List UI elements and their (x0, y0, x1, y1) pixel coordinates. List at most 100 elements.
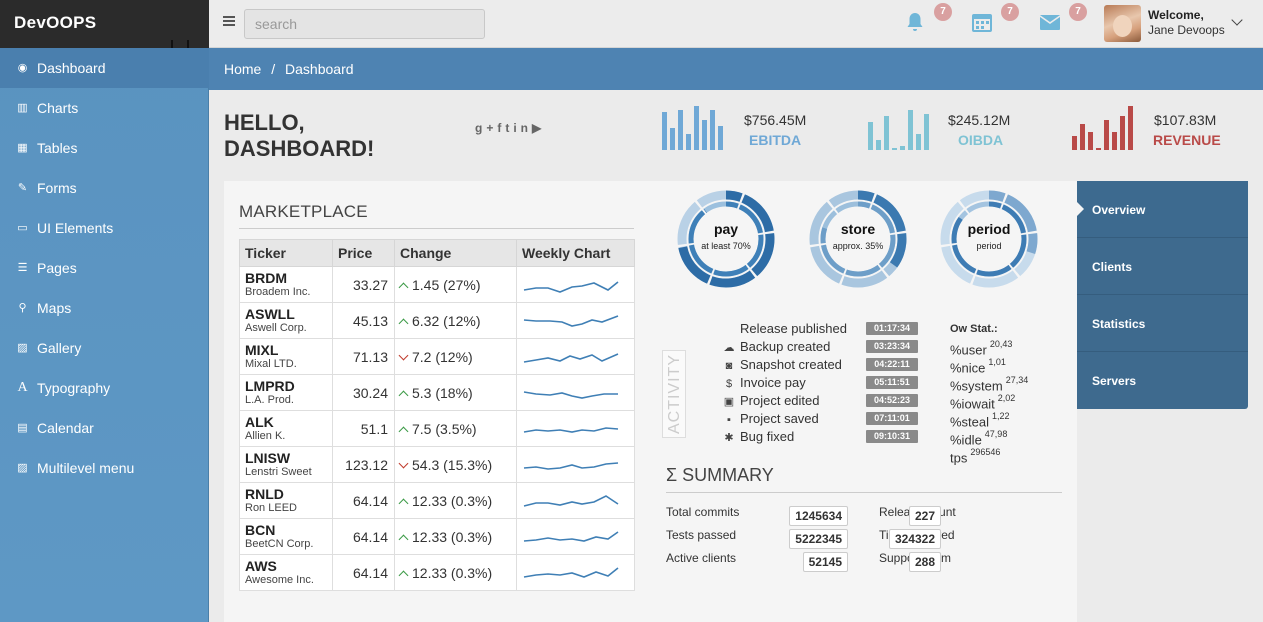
ow-stat-row: %system 27,34 (950, 375, 1028, 393)
bug-icon: ✱ (724, 432, 734, 444)
table-row[interactable]: LNISW Lenstri Sweet 123.12 54.3 (15.3%) (239, 446, 635, 483)
summary-value: 52145 (802, 552, 848, 572)
user-menu[interactable]: Welcome, Jane Devoops (1148, 8, 1225, 38)
tab-overview[interactable]: Overview (1077, 181, 1248, 238)
company-name: BeetCN Corp. (245, 537, 314, 550)
ow-stat-row: %steal 1,22 (950, 411, 1010, 429)
sidebar-item-pages[interactable]: ☰ Pages (0, 248, 209, 288)
activity-item[interactable]: ☁ Backup created (722, 339, 831, 357)
weekly-sparkline (523, 461, 619, 470)
sidebar-item-charts[interactable]: ▥ Charts (0, 88, 209, 128)
avatar[interactable] (1104, 5, 1141, 42)
table-row[interactable]: ASWLL Aswell Corp. 45.13 6.32 (12%) (239, 302, 635, 339)
ow-stat-row: %nice 1,01 (950, 357, 1006, 375)
donut-gap (877, 263, 883, 270)
tab-statistics[interactable]: Statistics (1077, 295, 1248, 352)
youtube-icon[interactable]: ▶ (532, 121, 545, 135)
table-row[interactable]: MIXL Mixal LTD. 71.13 7.2 (12%) (239, 338, 635, 375)
user-name: Jane Devoops (1148, 23, 1225, 37)
donut-gap (974, 268, 979, 275)
bell-icon[interactable] (903, 10, 927, 34)
table-row[interactable]: RNLD Ron LEED 64.14 12.33 (0.3%) (239, 482, 635, 519)
breadcrumb-home-link[interactable]: Home (224, 61, 261, 77)
table-row[interactable]: LMPRD L.A. Prod. 30.24 5.3 (18%) (239, 374, 635, 411)
sidebar-item-label: Typography (37, 380, 111, 396)
arrow-up-icon (398, 318, 409, 328)
company-name: Ron LEED (245, 501, 297, 514)
change-cell: 12.33 (0.3%) (394, 518, 517, 555)
donut-gap (1002, 192, 1009, 204)
dashboard-icon: ◉ (17, 62, 28, 74)
calendar-icon[interactable] (970, 10, 994, 34)
arrow-up-icon (398, 498, 409, 508)
activity-item[interactable]: ▪ Project saved (722, 411, 819, 429)
right-tabs: Overview Clients Statistics Servers (1077, 181, 1248, 409)
table-row[interactable]: AWS Awesome Inc. 64.14 12.33 (0.3%) (239, 554, 635, 591)
activity-label: Project edited (740, 393, 820, 408)
column-header-weekly-chart[interactable]: Weekly Chart (516, 239, 635, 267)
donut-gap (957, 199, 966, 210)
donut-gap (871, 192, 878, 204)
picture-icon: ▨ (17, 342, 28, 354)
summary-label: Tests passed (666, 528, 737, 542)
table-row[interactable]: BCN BeetCN Corp. 64.14 12.33 (0.3%) (239, 518, 635, 555)
table-row[interactable]: ALK Allien K. 51.1 7.5 (3.5%) (239, 410, 635, 447)
change-value: 7.5 (3.5%) (412, 420, 477, 437)
tab-clients[interactable]: Clients (1077, 238, 1248, 295)
table-row[interactable]: BRDM Broadem Inc. 33.27 1.45 (27%) (239, 266, 635, 303)
activity-item[interactable]: $ Invoice pay (722, 375, 806, 393)
stat-bar (1104, 120, 1109, 150)
column-header-ticker[interactable]: Ticker (239, 239, 333, 267)
summary-label: Active clients (666, 551, 737, 565)
change-value: 5.3 (18%) (412, 384, 473, 401)
weekly-sparkline (523, 314, 619, 327)
weekly-chart-cell (516, 338, 635, 375)
stat-label: OIBDA (958, 132, 1004, 148)
sidebar-item-tables[interactable]: ▦ Tables (0, 128, 209, 168)
sidebar-item-gallery[interactable]: ▨ Gallery (0, 328, 209, 368)
donut-gap (706, 274, 713, 286)
divider (239, 228, 634, 229)
donut-gap (1012, 268, 1021, 279)
google-plus-icon[interactable]: g+ (475, 121, 497, 135)
breadcrumb-current[interactable]: Dashboard (285, 61, 354, 77)
menu-toggle-icon[interactable] (223, 16, 235, 26)
sidebar-item-ui-elements[interactable]: ▭ UI Elements (0, 208, 209, 248)
change-value: 6.32 (12%) (412, 312, 481, 329)
page-title: HELLO, DASHBOARD! (224, 110, 374, 162)
activity-item[interactable]: Release published (722, 321, 847, 339)
sidebar-item-typography[interactable]: A Typography (0, 368, 209, 408)
linkedin-icon[interactable]: in (513, 121, 532, 135)
summary-label: Total commits (666, 505, 740, 519)
dollar-icon: $ (725, 378, 733, 390)
column-header-change[interactable]: Change (394, 239, 517, 267)
activity-item[interactable]: ✱ Bug fixed (722, 429, 794, 447)
stat-bar (1096, 148, 1101, 150)
ticker-cell: MIXL Mixal LTD. (239, 338, 333, 375)
tab-servers[interactable]: Servers (1077, 352, 1248, 409)
ticker-cell: BRDM Broadem Inc. (239, 266, 333, 303)
change-cell: 12.33 (0.3%) (394, 482, 517, 519)
column-header-price[interactable]: Price (332, 239, 395, 267)
social-icons[interactable]: g+ftin▶ (475, 121, 545, 135)
arrow-up-icon (398, 534, 409, 544)
ow-stat-value: 1,22 (992, 411, 1010, 421)
donut-subtitle: approx. 35% (832, 241, 884, 251)
envelope-icon[interactable] (1038, 10, 1062, 34)
activity-item[interactable]: ▣ Project edited (722, 393, 820, 411)
app-logo[interactable]: DevOOPS (0, 0, 209, 48)
donut-gap (881, 268, 890, 279)
ticker-cell: LNISW Lenstri Sweet (239, 446, 333, 483)
sidebar-item-label: Gallery (37, 340, 82, 356)
sidebar-item-forms[interactable]: ✎ Forms (0, 168, 209, 208)
change-cell: 6.32 (12%) (394, 302, 517, 339)
activity-item[interactable]: ◙ Snapshot created (722, 357, 842, 375)
sidebar-item-calendar[interactable]: ▤ Calendar (0, 408, 209, 448)
sidebar-item-dashboard[interactable]: ◉ Dashboard (0, 48, 209, 88)
sidebar-item-maps[interactable]: ⚲ Maps (0, 288, 209, 328)
activity-tab[interactable]: ACTIVITY (662, 350, 686, 438)
briefcase-icon: ▣ (723, 396, 735, 408)
sidebar-item-multilevel-menu[interactable]: ▨ Multilevel menu (0, 448, 209, 488)
chevron-down-icon[interactable] (1231, 14, 1243, 26)
search-input[interactable] (244, 9, 485, 39)
